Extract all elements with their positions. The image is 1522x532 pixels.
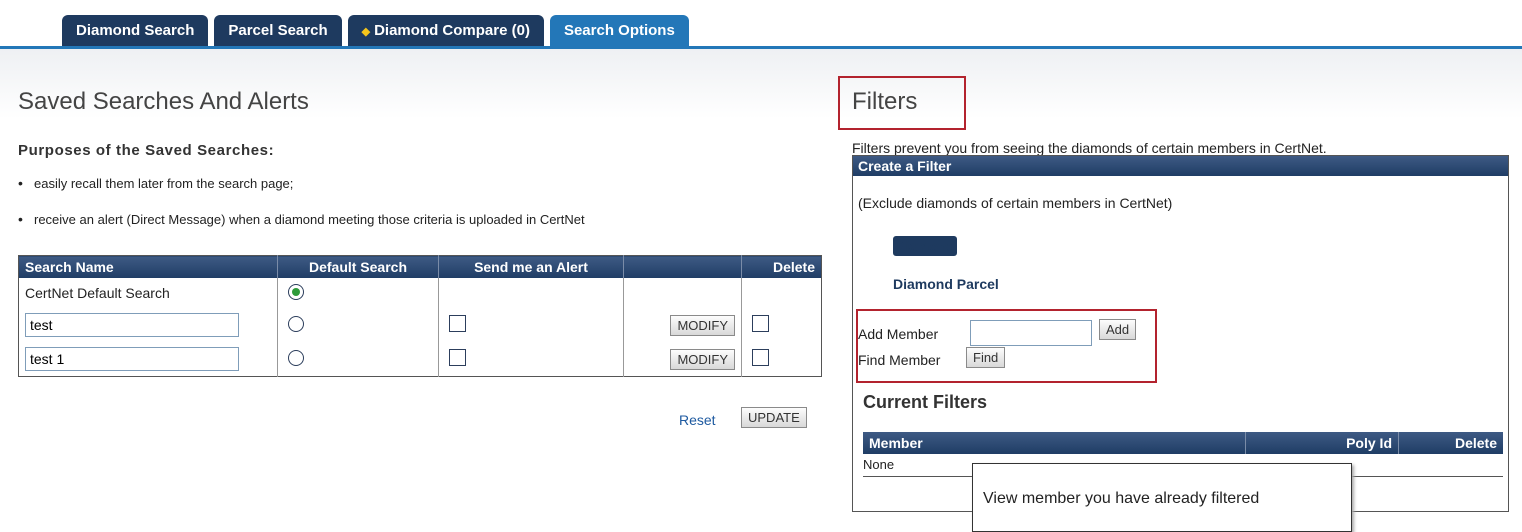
- col-actions: [623, 255, 742, 278]
- modify-button[interactable]: MODIFY: [670, 348, 735, 370]
- default-search-radio[interactable]: [288, 349, 304, 366]
- member-controls-highlight: [856, 309, 1157, 383]
- current-filters-title: Current Filters: [863, 392, 988, 412]
- col-delete: Delete: [741, 255, 822, 278]
- delete-checkbox[interactable]: [752, 315, 769, 332]
- col-poly-id: Poly Id: [1246, 432, 1399, 454]
- tab-bar: Diamond Search Parcel Search ◆ Diamond Co…: [62, 15, 689, 47]
- filters-title-highlight: [838, 76, 966, 130]
- search-name-input[interactable]: [25, 313, 239, 337]
- tab-diamond-compare[interactable]: ◆ Diamond Compare (0): [347, 15, 544, 47]
- create-filter-subtext: (Exclude diamonds of certain members in …: [858, 195, 1173, 211]
- tooltip: View member you have already filtered: [972, 463, 1352, 532]
- list-item: easily recall them later from the search…: [18, 175, 585, 212]
- table-header-row: Search Name Default Search Send me an Al…: [18, 255, 822, 278]
- update-button[interactable]: UPDATE: [741, 407, 807, 428]
- table-row: MODIFY: [18, 308, 822, 342]
- col-send-alert: Send me an Alert: [438, 255, 624, 278]
- tab-parcel-search[interactable]: Parcel Search: [214, 15, 342, 47]
- delete-checkbox[interactable]: [752, 349, 769, 366]
- col-filter-delete: Delete: [1454, 435, 1497, 451]
- modify-button[interactable]: MODIFY: [670, 314, 735, 336]
- list-item: receive an alert (Direct Message) when a…: [18, 211, 585, 248]
- filter-option-diamond-parcel[interactable]: Diamond Parcel: [893, 276, 999, 292]
- search-name-input[interactable]: [25, 347, 239, 371]
- col-search-name: Search Name: [18, 255, 278, 278]
- tab-search-options[interactable]: Search Options: [549, 15, 689, 47]
- send-alert-checkbox[interactable]: [449, 349, 466, 366]
- filter-option-diamond[interactable]: Diamond: [893, 236, 957, 256]
- purposes-list: easily recall them later from the search…: [18, 175, 585, 248]
- purposes-heading: Purposes of the Saved Searches:: [18, 142, 275, 159]
- empty-text: None: [863, 457, 895, 472]
- default-search-radio[interactable]: [288, 283, 304, 300]
- tab-diamond-compare-label: Diamond Compare (0): [374, 22, 530, 39]
- saved-searches-table: Search Name Default Search Send me an Al…: [18, 255, 822, 377]
- tab-diamond-search[interactable]: Diamond Search: [62, 15, 209, 47]
- search-name-text: CertNet Default Search: [18, 278, 278, 308]
- reset-link[interactable]: Reset: [679, 412, 716, 428]
- filters-description: Filters prevent you from seeing the diam…: [852, 140, 1327, 156]
- send-alert-checkbox[interactable]: [449, 315, 466, 332]
- create-filter-header: Create a Filter: [853, 156, 1508, 176]
- default-search-radio[interactable]: [288, 315, 304, 332]
- current-filters-header: Member Poly Id Delete: [863, 432, 1503, 454]
- col-member: Member: [863, 432, 1246, 454]
- table-row: MODIFY: [18, 342, 822, 377]
- diamond-icon: ◆: [361, 26, 371, 38]
- col-default-search: Default Search: [277, 255, 439, 278]
- saved-searches-title: Saved Searches And Alerts: [18, 88, 309, 115]
- table-row: CertNet Default Search: [18, 278, 822, 308]
